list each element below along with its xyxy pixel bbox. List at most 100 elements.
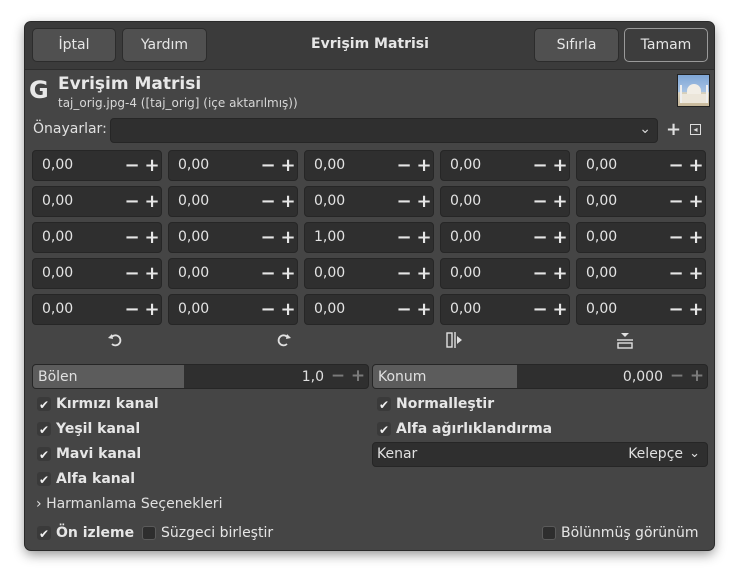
increment-button[interactable]: + bbox=[550, 295, 570, 324]
increment-button[interactable]: + bbox=[278, 223, 298, 252]
increment-button[interactable]: + bbox=[278, 259, 298, 288]
increment-button[interactable]: + bbox=[414, 151, 434, 180]
increment-button[interactable]: + bbox=[278, 151, 298, 180]
matrix-cell[interactable]: 1,00 − + bbox=[304, 222, 434, 253]
matrix-cell[interactable]: 0,00 − + bbox=[32, 186, 162, 217]
matrix-cell[interactable]: 0,00 − + bbox=[168, 222, 298, 253]
offset-decrement-button[interactable]: − bbox=[667, 365, 687, 388]
matrix-cell-value[interactable]: 0,00 bbox=[42, 265, 73, 281]
offset-spin-scale[interactable]: Konum 0,000 − + bbox=[372, 364, 708, 389]
matrix-cell-value[interactable]: 1,00 bbox=[314, 229, 345, 245]
blending-options-expander[interactable]: › Harmanlama Seçenekleri bbox=[36, 496, 222, 512]
flip-vertical-icon[interactable] bbox=[613, 332, 637, 354]
increment-button[interactable]: + bbox=[278, 295, 298, 324]
matrix-cell[interactable]: 0,00 − + bbox=[168, 258, 298, 289]
decrement-button[interactable]: − bbox=[666, 151, 686, 180]
matrix-cell[interactable]: 0,00 − + bbox=[304, 150, 434, 181]
offset-increment-button[interactable]: + bbox=[687, 365, 707, 388]
matrix-cell[interactable]: 0,00 − + bbox=[440, 186, 570, 217]
matrix-cell-value[interactable]: 0,00 bbox=[450, 157, 481, 173]
presets-combo[interactable]: ⌄ bbox=[110, 118, 658, 143]
cancel-button[interactable]: İptal bbox=[32, 28, 116, 62]
reset-button[interactable]: Sıfırla bbox=[534, 28, 619, 62]
decrement-button[interactable]: − bbox=[258, 187, 278, 216]
add-preset-icon[interactable]: + bbox=[666, 120, 681, 140]
decrement-button[interactable]: − bbox=[530, 187, 550, 216]
increment-button[interactable]: + bbox=[142, 187, 162, 216]
matrix-cell-value[interactable]: 0,00 bbox=[178, 265, 209, 281]
matrix-cell-value[interactable]: 0,00 bbox=[450, 301, 481, 317]
increment-button[interactable]: + bbox=[686, 259, 706, 288]
decrement-button[interactable]: − bbox=[122, 187, 142, 216]
border-combo[interactable]: Kenar Kelepçe ⌄ bbox=[372, 442, 708, 467]
decrement-button[interactable]: − bbox=[530, 223, 550, 252]
increment-button[interactable]: + bbox=[686, 223, 706, 252]
rotate-right-icon[interactable] bbox=[272, 332, 296, 352]
decrement-button[interactable]: − bbox=[258, 259, 278, 288]
flip-horizontal-icon[interactable] bbox=[443, 332, 467, 352]
decrement-button[interactable]: − bbox=[122, 259, 142, 288]
decrement-button[interactable]: − bbox=[122, 223, 142, 252]
matrix-cell[interactable]: 0,00 − + bbox=[168, 186, 298, 217]
increment-button[interactable]: + bbox=[550, 151, 570, 180]
divisor-increment-button[interactable]: + bbox=[348, 365, 368, 388]
matrix-cell[interactable]: 0,00 − + bbox=[32, 294, 162, 325]
increment-button[interactable]: + bbox=[686, 187, 706, 216]
matrix-cell-value[interactable]: 0,00 bbox=[42, 301, 73, 317]
preset-menu-icon[interactable]: ◂ bbox=[690, 124, 701, 135]
matrix-cell-value[interactable]: 0,00 bbox=[42, 193, 73, 209]
matrix-cell[interactable]: 0,00 − + bbox=[32, 222, 162, 253]
increment-button[interactable]: + bbox=[142, 295, 162, 324]
divisor-spin-scale[interactable]: Bölen 1,0 − + bbox=[32, 364, 369, 389]
matrix-cell-value[interactable]: 0,00 bbox=[314, 157, 345, 173]
decrement-button[interactable]: − bbox=[394, 151, 414, 180]
decrement-button[interactable]: − bbox=[530, 295, 550, 324]
increment-button[interactable]: + bbox=[414, 223, 434, 252]
matrix-cell[interactable]: 0,00 − + bbox=[32, 150, 162, 181]
decrement-button[interactable]: − bbox=[394, 259, 414, 288]
decrement-button[interactable]: − bbox=[394, 223, 414, 252]
matrix-cell[interactable]: 0,00 − + bbox=[576, 258, 706, 289]
increment-button[interactable]: + bbox=[414, 187, 434, 216]
matrix-cell-value[interactable]: 0,00 bbox=[586, 157, 617, 173]
increment-button[interactable]: + bbox=[550, 187, 570, 216]
increment-button[interactable]: + bbox=[686, 295, 706, 324]
decrement-button[interactable]: − bbox=[530, 151, 550, 180]
rotate-left-icon[interactable] bbox=[103, 332, 127, 352]
increment-button[interactable]: + bbox=[686, 151, 706, 180]
matrix-cell-value[interactable]: 0,00 bbox=[586, 301, 617, 317]
matrix-cell-value[interactable]: 0,00 bbox=[586, 265, 617, 281]
decrement-button[interactable]: − bbox=[666, 187, 686, 216]
matrix-cell-value[interactable]: 0,00 bbox=[178, 157, 209, 173]
divisor-decrement-button[interactable]: − bbox=[328, 365, 348, 388]
increment-button[interactable]: + bbox=[278, 187, 298, 216]
matrix-cell-value[interactable]: 0,00 bbox=[178, 193, 209, 209]
matrix-cell[interactable]: 0,00 − + bbox=[576, 222, 706, 253]
matrix-cell-value[interactable]: 0,00 bbox=[42, 229, 73, 245]
increment-button[interactable]: + bbox=[142, 223, 162, 252]
matrix-cell[interactable]: 0,00 − + bbox=[440, 294, 570, 325]
decrement-button[interactable]: − bbox=[258, 151, 278, 180]
decrement-button[interactable]: − bbox=[394, 295, 414, 324]
increment-button[interactable]: + bbox=[414, 259, 434, 288]
ok-button[interactable]: Tamam bbox=[624, 28, 708, 62]
decrement-button[interactable]: − bbox=[258, 295, 278, 324]
matrix-cell[interactable]: 0,00 − + bbox=[576, 294, 706, 325]
matrix-cell-value[interactable]: 0,00 bbox=[586, 193, 617, 209]
matrix-cell-value[interactable]: 0,00 bbox=[450, 229, 481, 245]
matrix-cell-value[interactable]: 0,00 bbox=[178, 301, 209, 317]
matrix-cell[interactable]: 0,00 − + bbox=[440, 150, 570, 181]
matrix-cell-value[interactable]: 0,00 bbox=[450, 265, 481, 281]
matrix-cell-value[interactable]: 0,00 bbox=[450, 193, 481, 209]
matrix-cell-value[interactable]: 0,00 bbox=[314, 265, 345, 281]
increment-button[interactable]: + bbox=[414, 295, 434, 324]
matrix-cell[interactable]: 0,00 − + bbox=[32, 258, 162, 289]
matrix-cell-value[interactable]: 0,00 bbox=[42, 157, 73, 173]
decrement-button[interactable]: − bbox=[666, 223, 686, 252]
decrement-button[interactable]: − bbox=[666, 295, 686, 324]
decrement-button[interactable]: − bbox=[394, 187, 414, 216]
decrement-button[interactable]: − bbox=[666, 259, 686, 288]
increment-button[interactable]: + bbox=[142, 259, 162, 288]
matrix-cell[interactable]: 0,00 − + bbox=[304, 294, 434, 325]
matrix-cell[interactable]: 0,00 − + bbox=[168, 294, 298, 325]
